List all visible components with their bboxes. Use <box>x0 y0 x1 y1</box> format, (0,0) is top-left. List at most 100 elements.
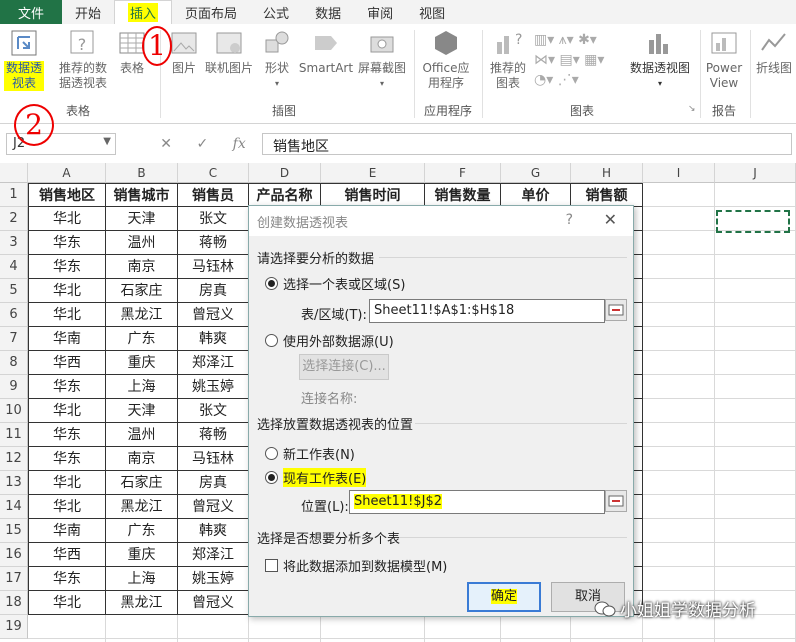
table-cell[interactable]: 张文 <box>178 207 249 231</box>
radio-new-worksheet[interactable]: 新工作表(N) <box>265 444 355 463</box>
table-cell[interactable]: 上海 <box>106 375 178 399</box>
table-cell[interactable]: 姚玉婷 <box>178 567 249 591</box>
table-cell[interactable]: 华北 <box>28 471 106 495</box>
tab-formulas[interactable]: 公式 <box>250 0 302 24</box>
table-cell[interactable]: 华南 <box>28 519 106 543</box>
row-header[interactable]: 8 <box>0 351 28 375</box>
table-cell[interactable]: 房真 <box>178 279 249 303</box>
column-header-i[interactable]: I <box>643 163 715 183</box>
header-cell[interactable]: 销售时间 <box>321 183 425 207</box>
column-header-h[interactable]: H <box>571 163 643 183</box>
office-apps-button[interactable]: Office应用程序 <box>418 28 474 91</box>
table-cell[interactable]: 重庆 <box>106 543 178 567</box>
table-cell[interactable]: 房真 <box>178 471 249 495</box>
tab-home[interactable]: 开始 <box>62 0 114 24</box>
column-header-a[interactable]: A <box>28 163 106 183</box>
cancel-icon[interactable]: ✕ <box>160 136 172 152</box>
tab-page-layout[interactable]: 页面布局 <box>172 0 250 24</box>
table-cell[interactable]: 广东 <box>106 327 178 351</box>
table-cell[interactable]: 姚玉婷 <box>178 375 249 399</box>
row-header[interactable]: 15 <box>0 519 28 543</box>
header-cell[interactable]: 产品名称 <box>249 183 321 207</box>
table-cell[interactable]: 华北 <box>28 303 106 327</box>
table-cell[interactable]: 温州 <box>106 423 178 447</box>
table-cell[interactable]: 华北 <box>28 495 106 519</box>
table-cell[interactable]: 郑泽江 <box>178 543 249 567</box>
ok-button[interactable]: 确定 <box>467 582 541 612</box>
header-cell[interactable]: 销售城市 <box>106 183 178 207</box>
table-cell[interactable]: 华东 <box>28 567 106 591</box>
table-cell[interactable]: 黑龙江 <box>106 591 178 615</box>
location-picker-icon[interactable] <box>605 490 627 512</box>
table-cell[interactable]: 广东 <box>106 519 178 543</box>
close-button[interactable]: ✕ <box>604 210 617 229</box>
table-cell[interactable]: 华东 <box>28 255 106 279</box>
table-cell[interactable]: 马钰林 <box>178 255 249 279</box>
tab-file[interactable]: 文件 <box>0 0 62 24</box>
table-cell[interactable]: 华东 <box>28 375 106 399</box>
enter-icon[interactable]: ✓ <box>196 136 208 152</box>
table-cell[interactable]: 蒋畅 <box>178 423 249 447</box>
column-header-g[interactable]: G <box>501 163 571 183</box>
tab-view[interactable]: 视图 <box>406 0 458 24</box>
row-header[interactable]: 19 <box>0 615 28 639</box>
row-header[interactable]: 11 <box>0 423 28 447</box>
column-header-j[interactable]: J <box>715 163 796 183</box>
table-cell[interactable]: 温州 <box>106 231 178 255</box>
table-cell[interactable]: 张文 <box>178 399 249 423</box>
table-cell[interactable]: 南京 <box>106 447 178 471</box>
row-header[interactable]: 16 <box>0 543 28 567</box>
table-cell[interactable]: 石家庄 <box>106 471 178 495</box>
row-header[interactable]: 10 <box>0 399 28 423</box>
row-header[interactable]: 1 <box>0 183 28 207</box>
online-picture-button[interactable]: 联机图片 <box>204 28 254 76</box>
formula-input[interactable]: 销售地区 <box>262 133 792 155</box>
header-cell[interactable]: 单价 <box>501 183 571 207</box>
column-chart-icon[interactable]: ▥▾ ⩚▾ ✱▾ <box>534 30 624 50</box>
column-header-e[interactable]: E <box>321 163 425 183</box>
charts-dialog-launcher-icon[interactable]: ↘ <box>688 104 696 114</box>
header-cell[interactable]: 销售地区 <box>28 183 106 207</box>
pivot-chart-button[interactable]: 数据透视图 ▾ <box>628 28 692 91</box>
screenshot-button[interactable]: 屏幕截图 ▾ <box>354 28 410 91</box>
picture-button[interactable]: 图片 <box>168 28 200 76</box>
smartart-button[interactable]: SmartArt <box>298 28 354 76</box>
row-header[interactable]: 2 <box>0 207 28 231</box>
table-cell[interactable]: 蒋畅 <box>178 231 249 255</box>
table-cell[interactable]: 曾冠义 <box>178 303 249 327</box>
table-cell[interactable]: 黑龙江 <box>106 303 178 327</box>
row-header[interactable]: 3 <box>0 231 28 255</box>
range-input[interactable]: Sheet11!$A$1:$H$18 <box>369 299 605 323</box>
pie-chart-icon[interactable]: ◔▾ ⋰▾ <box>534 70 624 90</box>
table-cell[interactable]: 郑泽江 <box>178 351 249 375</box>
power-view-button[interactable]: Power View <box>702 28 746 91</box>
row-header[interactable]: 7 <box>0 327 28 351</box>
tab-data[interactable]: 数据 <box>302 0 354 24</box>
column-header-f[interactable]: F <box>425 163 501 183</box>
recommended-charts-button[interactable]: ? 推荐的图表 <box>486 28 530 91</box>
name-box-dropdown-icon[interactable]: ▼ <box>103 136 111 147</box>
checkbox-data-model[interactable]: 将此数据添加到数据模型(M) <box>265 556 447 575</box>
recommended-pivot-button[interactable]: ? 推荐的数据透视表 <box>54 28 112 91</box>
selection-marquee-j2[interactable] <box>716 210 790 233</box>
table-cell[interactable]: 曾冠义 <box>178 591 249 615</box>
row-header[interactable]: 17 <box>0 567 28 591</box>
shapes-button[interactable]: 形状 ▾ <box>260 28 294 91</box>
table-cell[interactable]: 华西 <box>28 351 106 375</box>
select-all-corner[interactable] <box>0 163 28 183</box>
row-header[interactable]: 18 <box>0 591 28 615</box>
table-cell[interactable]: 华北 <box>28 591 106 615</box>
radio-external-source[interactable]: 使用外部数据源(U) <box>265 331 394 350</box>
table-cell[interactable]: 华东 <box>28 231 106 255</box>
location-input[interactable]: Sheet11!$J$2 <box>349 490 605 514</box>
table-cell[interactable]: 石家庄 <box>106 279 178 303</box>
radio-existing-worksheet[interactable]: 现有工作表(E) <box>265 468 367 487</box>
choose-connection-button[interactable]: 选择连接(C)... <box>299 354 389 380</box>
table-cell[interactable]: 韩爽 <box>178 327 249 351</box>
row-header[interactable]: 13 <box>0 471 28 495</box>
table-cell[interactable]: 天津 <box>106 399 178 423</box>
help-button[interactable]: ? <box>566 212 573 228</box>
row-header[interactable]: 14 <box>0 495 28 519</box>
row-header[interactable]: 6 <box>0 303 28 327</box>
row-header[interactable]: 4 <box>0 255 28 279</box>
